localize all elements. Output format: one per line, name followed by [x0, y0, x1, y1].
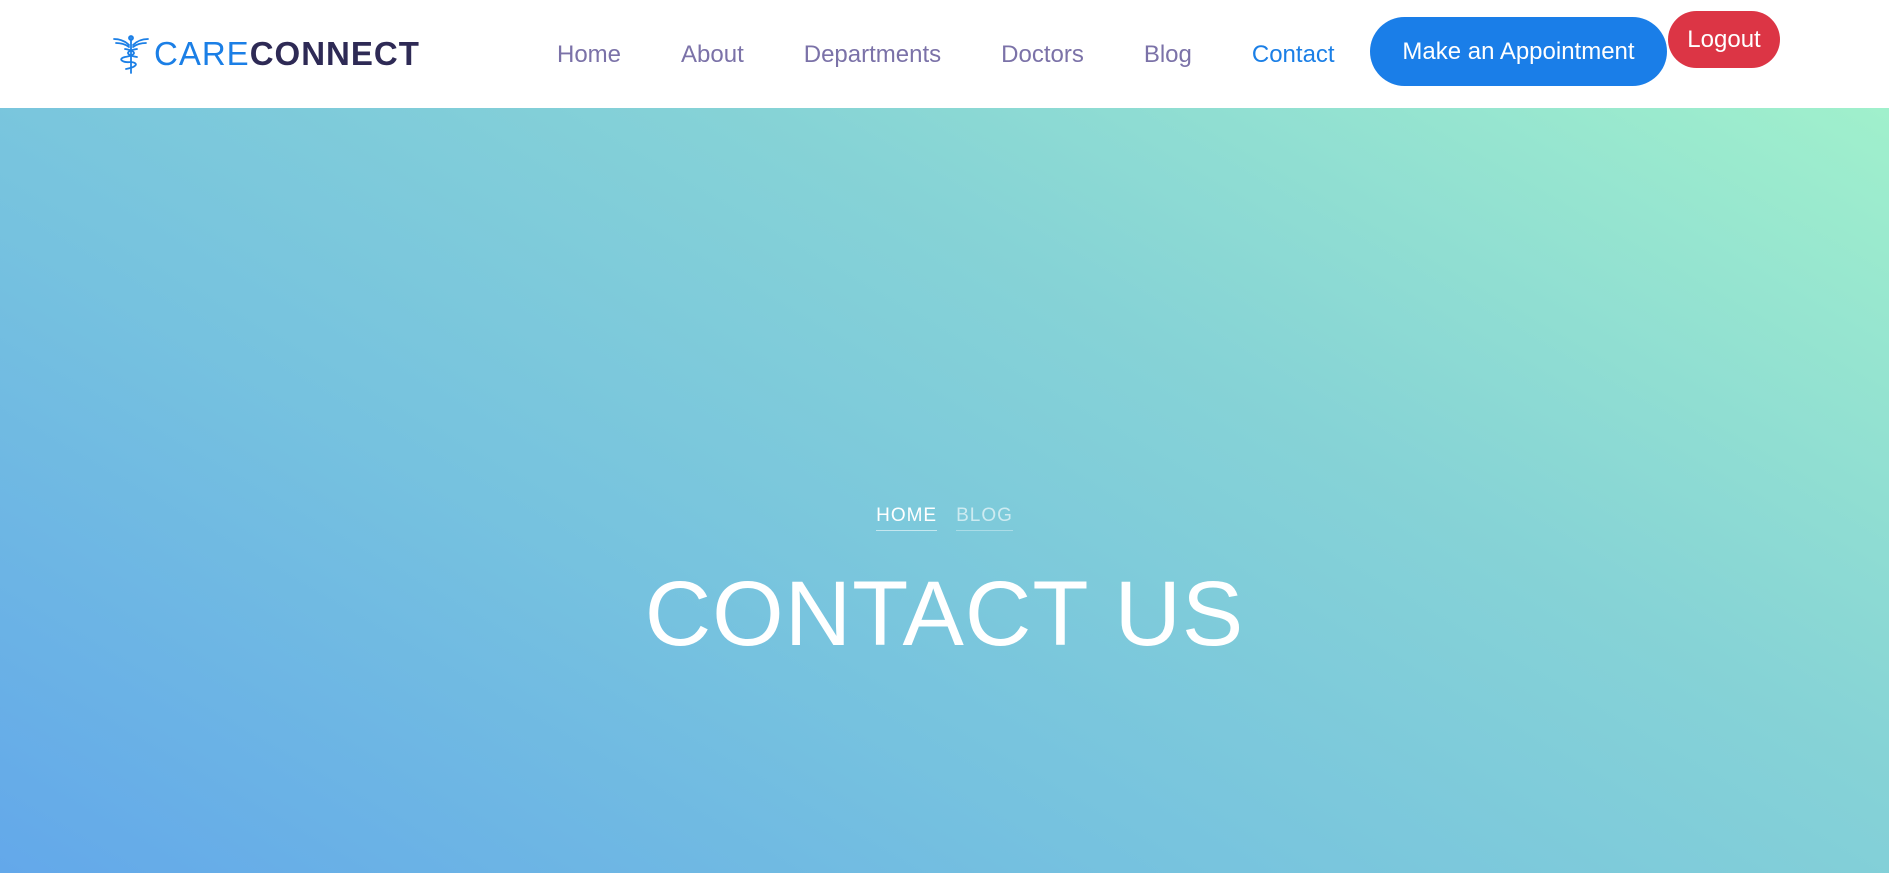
- hero-banner: HOME BLOG CONTACT US: [0, 108, 1889, 873]
- page: CARECONNECT Home About Departments Docto…: [0, 0, 1889, 873]
- nav-link-home[interactable]: Home: [557, 36, 621, 74]
- brand-logo[interactable]: CARECONNECT: [112, 34, 420, 74]
- breadcrumb-current: BLOG: [956, 504, 1013, 531]
- nav-link-about[interactable]: About: [681, 36, 744, 74]
- brand-name: CARECONNECT: [154, 34, 420, 74]
- caduceus-icon: [113, 35, 149, 74]
- brand-name-connect: CONNECT: [249, 35, 420, 72]
- nav-link-contact[interactable]: Contact: [1252, 36, 1335, 74]
- logout-button[interactable]: Logout: [1668, 11, 1780, 68]
- main-nav: Home About Departments Doctors Blog Cont…: [557, 36, 1335, 74]
- nav-link-doctors[interactable]: Doctors: [1001, 36, 1084, 74]
- brand-name-care: CARE: [154, 35, 250, 72]
- page-title: CONTACT US: [644, 563, 1245, 665]
- make-appointment-button[interactable]: Make an Appointment: [1370, 17, 1667, 86]
- breadcrumb: HOME BLOG: [0, 504, 1889, 531]
- nav-link-departments[interactable]: Departments: [804, 36, 941, 74]
- navbar: CARECONNECT Home About Departments Docto…: [0, 0, 1889, 108]
- breadcrumb-home-link[interactable]: HOME: [876, 504, 938, 531]
- nav-link-blog[interactable]: Blog: [1144, 36, 1192, 74]
